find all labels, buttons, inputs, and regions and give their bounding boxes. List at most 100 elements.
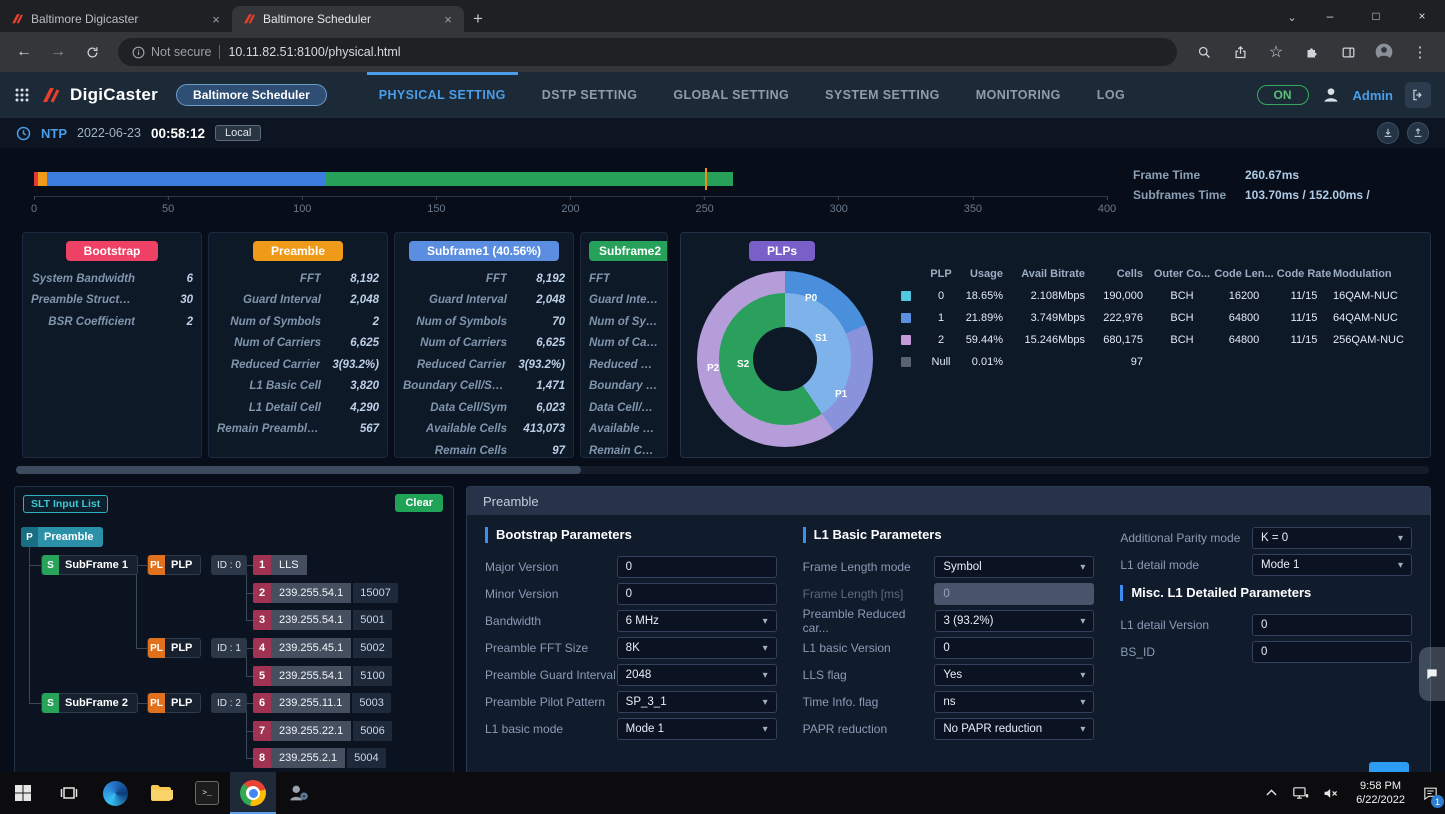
browser-tab-inactive[interactable]: Baltimore Digicaster ×: [0, 6, 232, 32]
l1-detail-version-input[interactable]: [1252, 614, 1413, 636]
plp-table: PLP Usage Avail Bitrate Cells Outer Co..…: [893, 233, 1430, 373]
taskbar-time: 9:58 PM: [1360, 780, 1402, 792]
bookmark-star-icon[interactable]: ☆: [1261, 38, 1291, 66]
plp-table-row[interactable]: [901, 329, 923, 351]
task-view-button[interactable]: [46, 772, 92, 814]
network-icon[interactable]: [1286, 772, 1316, 814]
preamble-fft-size-select[interactable]: 8K: [616, 637, 777, 659]
chat-widget-handle[interactable]: [1419, 647, 1445, 701]
plp-table-row[interactable]: [901, 351, 923, 373]
volume-muted-icon[interactable]: [1316, 772, 1346, 814]
timezone-badge[interactable]: Local: [215, 125, 262, 141]
window-maximize-button[interactable]: □: [1353, 0, 1399, 32]
export-config-button[interactable]: [1377, 122, 1399, 144]
l1-detail-mode-select[interactable]: Mode 1: [1252, 554, 1413, 576]
card-row-label: L1 Detail Cell: [248, 401, 321, 414]
terminal-taskbar-icon[interactable]: >_: [184, 772, 230, 814]
app-taskbar-icon[interactable]: [276, 772, 322, 814]
window-minimize-button[interactable]: –: [1307, 0, 1353, 32]
tab-close-icon[interactable]: ×: [208, 11, 224, 27]
nav-log[interactable]: LOG: [1097, 72, 1125, 118]
slt-leaf-item[interactable]: 8 239.255.2.1 5004: [253, 748, 386, 768]
tree-node-subframe1[interactable]: S SubFrame 1: [41, 555, 138, 575]
tree-node-plp1[interactable]: PL PLP: [147, 638, 202, 658]
minor-version-input[interactable]: [616, 583, 777, 605]
side-panel-icon[interactable]: [1333, 38, 1363, 66]
slt-leaf-item[interactable]: 3 239.255.54.1 5001: [253, 610, 392, 630]
nav-system-setting[interactable]: SYSTEM SETTING: [825, 72, 940, 118]
cards-scroller[interactable]: Bootstrap System Bandwidth 6 Preamble Str…: [14, 232, 668, 458]
lls-flag-select[interactable]: Yes: [934, 664, 1095, 686]
user-icon: [1323, 88, 1338, 102]
preamble-guard-interval-select[interactable]: 2048: [616, 664, 777, 686]
profile-avatar[interactable]: [1369, 38, 1399, 66]
horizontal-scrollbar[interactable]: [16, 466, 1429, 474]
extensions-icon[interactable]: [1297, 38, 1327, 66]
site-name-badge[interactable]: Baltimore Scheduler: [176, 84, 327, 106]
papr-reduction-select[interactable]: No PAPR reduction: [934, 718, 1095, 740]
edge-taskbar-icon[interactable]: [92, 772, 138, 814]
file-explorer-taskbar-icon[interactable]: [138, 772, 184, 814]
chrome-taskbar-icon[interactable]: [230, 772, 276, 814]
taskbar-clock[interactable]: 9:58 PM 6/22/2022: [1346, 779, 1415, 807]
window-close-button[interactable]: ×: [1399, 0, 1445, 32]
l1-basic-mode-select[interactable]: Mode 1: [616, 718, 777, 740]
axis-tick: 150: [427, 196, 446, 215]
power-status-toggle[interactable]: ON: [1256, 85, 1309, 105]
browser-menu-icon[interactable]: ⋮: [1405, 38, 1435, 66]
plp-table-row[interactable]: [901, 307, 923, 329]
tree-node-plp0[interactable]: PL PLP: [147, 555, 202, 575]
clock-icon: [16, 126, 31, 140]
tray-expand-icon[interactable]: [1256, 772, 1286, 814]
reload-button[interactable]: [78, 38, 106, 66]
apply-button-partial[interactable]: [1369, 762, 1409, 772]
slt-leaf-item[interactable]: 4 239.255.45.1 5002: [253, 638, 392, 658]
slt-leaf-item[interactable]: 5 239.255.54.1 5100: [253, 666, 392, 686]
donut-label-s2: S2: [737, 359, 750, 370]
slt-leaf-item[interactable]: 7 239.255.22.1 5006: [253, 721, 392, 741]
slt-leaf-item[interactable]: 2 239.255.54.1 15007: [253, 583, 398, 603]
major-version-input[interactable]: [616, 556, 777, 578]
tree-node-subframe2[interactable]: S SubFrame 2: [41, 693, 138, 713]
zoom-icon[interactable]: [1189, 38, 1219, 66]
slt-leaf-item[interactable]: 6 239.255.11.1 5003: [253, 693, 391, 713]
action-center-button[interactable]: 1: [1415, 772, 1445, 814]
address-bar[interactable]: Not secure 10.11.82.51:8100/physical.htm…: [118, 38, 1177, 66]
clear-button[interactable]: Clear: [395, 494, 443, 512]
tree-node-plp2[interactable]: PL PLP: [147, 693, 202, 713]
app-logo-text: DigiCaster: [70, 85, 159, 104]
tab-search-icon[interactable]: ⌄: [1277, 11, 1307, 32]
preamble-pilot-pattern-select[interactable]: SP_3_1: [616, 691, 777, 713]
card-row-value: 567: [359, 423, 379, 436]
tree-node-preamble[interactable]: P Preamble: [21, 527, 103, 547]
forward-button[interactable]: →: [44, 38, 72, 66]
nav-physical-setting[interactable]: PHYSICAL SETTING: [366, 72, 518, 118]
apps-grid-icon[interactable]: [14, 87, 30, 103]
additional-parity-mode-select[interactable]: K = 0: [1252, 527, 1413, 549]
import-config-button[interactable]: [1407, 122, 1429, 144]
bandwidth-select[interactable]: 6 MHz: [616, 610, 777, 632]
nav-monitoring[interactable]: MONITORING: [976, 72, 1061, 118]
security-indicator[interactable]: Not secure: [132, 45, 211, 59]
bs-id-input[interactable]: [1252, 641, 1413, 663]
card-row-label: Num of Symbols: [230, 315, 321, 328]
tab-close-icon[interactable]: ×: [440, 11, 456, 27]
slt-leaf-item[interactable]: 1 LLS: [253, 555, 307, 575]
time-info-flag-select[interactable]: ns: [934, 691, 1095, 713]
nav-global-setting[interactable]: GLOBAL SETTING: [673, 72, 789, 118]
logout-button[interactable]: [1405, 82, 1431, 108]
username-label[interactable]: Admin: [1353, 88, 1393, 103]
summary-cards-row: Bootstrap System Bandwidth 6 Preamble Str…: [14, 232, 1431, 458]
back-button[interactable]: ←: [10, 38, 38, 66]
nav-dstp-setting[interactable]: DSTP SETTING: [542, 72, 638, 118]
plp-table-row[interactable]: [901, 285, 923, 307]
scrollbar-thumb[interactable]: [16, 466, 582, 474]
start-button[interactable]: [0, 772, 46, 814]
card-row-value: 70: [552, 315, 565, 328]
browser-tab-active[interactable]: Baltimore Scheduler ×: [232, 6, 464, 32]
frame-length-mode-select[interactable]: Symbol: [934, 556, 1095, 578]
share-icon[interactable]: [1225, 38, 1255, 66]
preamble-reduced-carriers-select[interactable]: 3 (93.2%): [934, 610, 1095, 632]
new-tab-button[interactable]: +: [464, 6, 492, 32]
l1-basic-version-input[interactable]: [934, 637, 1095, 659]
